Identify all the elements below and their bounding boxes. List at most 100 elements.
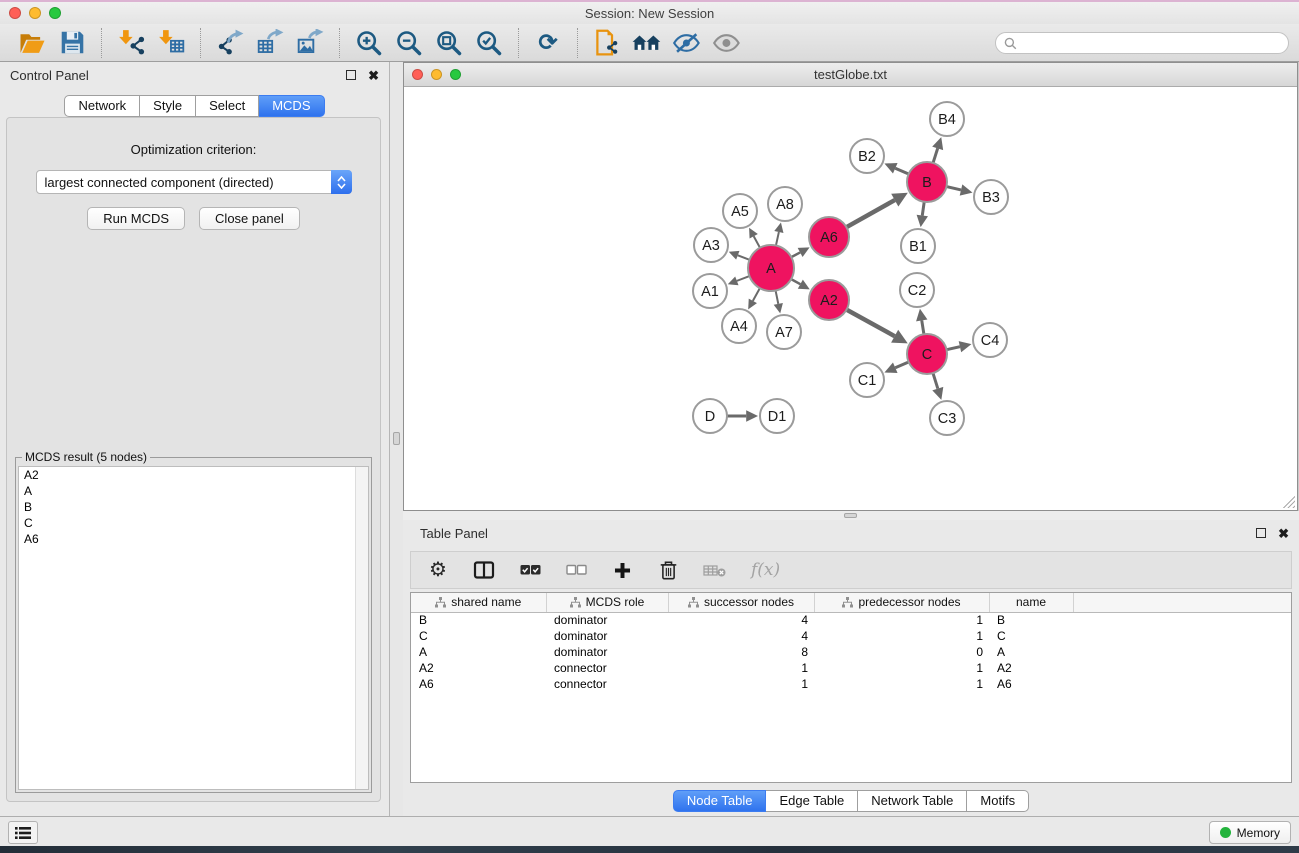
mcds-result-item[interactable]: A2 <box>19 467 368 483</box>
close-panel-icon[interactable]: ✖ <box>1278 527 1289 540</box>
table-cell[interactable]: A <box>989 644 1073 660</box>
zoom-selected-icon[interactable] <box>469 27 509 59</box>
tab-network-table[interactable]: Network Table <box>858 790 967 812</box>
graph-edge-A-A8[interactable] <box>776 232 779 245</box>
table-cell[interactable]: 1 <box>814 628 989 644</box>
show-columns-icon[interactable] <box>473 558 495 582</box>
table-cell[interactable]: connector <box>546 676 668 692</box>
table-cell[interactable]: 1 <box>668 660 814 676</box>
mcds-result-item[interactable]: C <box>19 515 368 531</box>
table-cell[interactable]: 1 <box>814 676 989 692</box>
table-cell[interactable]: 4 <box>668 628 814 644</box>
table-cell[interactable]: 8 <box>668 644 814 660</box>
export-network-icon[interactable] <box>210 27 250 59</box>
table-cell[interactable] <box>1073 660 1291 676</box>
table-cell[interactable]: 1 <box>668 676 814 692</box>
import-network-icon[interactable] <box>111 27 151 59</box>
float-panel-icon[interactable] <box>346 70 356 80</box>
graph-edge-A-A7[interactable] <box>776 291 779 304</box>
table-settings-icon[interactable]: ⚙ <box>427 558 449 582</box>
task-history-button[interactable] <box>8 821 38 844</box>
table-cell[interactable]: B <box>411 612 546 628</box>
close-panel-button[interactable]: Close panel <box>199 207 300 230</box>
vertical-splitter[interactable] <box>390 62 403 816</box>
column-header-predecessor-nodes[interactable]: predecessor nodes <box>814 593 989 612</box>
function-builder-icon[interactable]: f(x) <box>751 558 780 582</box>
table-row[interactable]: A2connector11A2 <box>411 660 1291 676</box>
graph-edge-C-C1[interactable] <box>895 362 908 368</box>
table-cell[interactable]: A6 <box>411 676 546 692</box>
window-resize-grip[interactable] <box>1283 496 1295 508</box>
network-canvas[interactable]: A5A8A6A3AB2BB4B3B1A1C2A2A4A7CC4C1C3DD1 <box>404 87 1297 510</box>
table-cell[interactable]: A6 <box>989 676 1073 692</box>
graph-edge-A-A3[interactable] <box>738 255 750 259</box>
graph-edge-B-B2[interactable] <box>895 168 908 174</box>
table-cell[interactable]: C <box>989 628 1073 644</box>
memory-button[interactable]: Memory <box>1209 821 1291 844</box>
table-cell[interactable]: 1 <box>814 612 989 628</box>
mcds-result-item[interactable]: A <box>19 483 368 499</box>
table-row[interactable]: Adominator80A <box>411 644 1291 660</box>
save-session-icon[interactable] <box>52 27 92 59</box>
graph-edge-A-A5[interactable] <box>754 236 760 248</box>
horizontal-splitter[interactable] <box>403 511 1299 520</box>
graph-edge-A2-C[interactable] <box>847 310 895 337</box>
splitter-grip[interactable] <box>844 513 857 518</box>
delete-table-icon[interactable] <box>703 558 727 582</box>
table-cell[interactable]: C <box>411 628 546 644</box>
select-all-icon[interactable] <box>519 558 541 582</box>
zoom-out-icon[interactable] <box>389 27 429 59</box>
tab-select[interactable]: Select <box>196 95 259 117</box>
table-cell[interactable] <box>1073 628 1291 644</box>
splitter-grip[interactable] <box>393 432 400 445</box>
add-column-icon[interactable] <box>611 558 633 582</box>
graph-edge-B-B1[interactable] <box>922 202 924 216</box>
tab-network[interactable]: Network <box>64 95 140 117</box>
table-cell[interactable]: A2 <box>411 660 546 676</box>
table-row[interactable]: A6connector11A6 <box>411 676 1291 692</box>
optimization-criterion-dropdown[interactable]: largest connected component (directed) <box>36 170 352 194</box>
graph-edge-C-C3[interactable] <box>933 373 938 389</box>
column-header-successor-nodes[interactable]: successor nodes <box>668 593 814 612</box>
table-cell[interactable]: dominator <box>546 644 668 660</box>
column-header-name[interactable]: name <box>989 593 1073 612</box>
deselect-all-icon[interactable] <box>565 558 587 582</box>
mcds-result-item[interactable]: B <box>19 499 368 515</box>
table-cell[interactable]: 1 <box>814 660 989 676</box>
graph-edge-A6-B[interactable] <box>846 200 894 227</box>
search-field[interactable] <box>995 32 1289 54</box>
graph-edge-B-B4[interactable] <box>933 148 938 163</box>
zoom-fit-icon[interactable] <box>429 27 469 59</box>
tab-edge-table[interactable]: Edge Table <box>766 790 858 812</box>
network-graph[interactable]: A5A8A6A3AB2BB4B3B1A1C2A2A4A7CC4C1C3DD1 <box>404 87 1297 510</box>
table-cell[interactable]: A <box>411 644 546 660</box>
graph-edge-A-A1[interactable] <box>737 276 750 281</box>
close-panel-icon[interactable]: ✖ <box>368 69 379 82</box>
open-session-icon[interactable] <box>12 27 52 59</box>
table-cell[interactable]: 0 <box>814 644 989 660</box>
show-all-icon[interactable] <box>707 27 747 59</box>
table-cell[interactable]: connector <box>546 660 668 676</box>
export-table-icon[interactable] <box>250 27 290 59</box>
search-input[interactable] <box>1022 36 1280 50</box>
table-cell[interactable]: B <box>989 612 1073 628</box>
tab-mcds[interactable]: MCDS <box>259 95 324 117</box>
graph-edge-B-B3[interactable] <box>946 187 961 190</box>
tab-style[interactable]: Style <box>140 95 196 117</box>
export-image-icon[interactable] <box>290 27 330 59</box>
table-cell[interactable] <box>1073 644 1291 660</box>
graph-edge-C-C2[interactable] <box>922 320 924 334</box>
tab-motifs[interactable]: Motifs <box>967 790 1029 812</box>
graph-edge-C-C4[interactable] <box>947 347 960 350</box>
mcds-result-list[interactable]: A2ABCA6 <box>18 466 369 790</box>
delete-column-icon[interactable] <box>657 558 679 582</box>
refresh-icon[interactable]: ⟳ <box>528 27 568 59</box>
new-network-from-selection-icon[interactable] <box>587 27 627 59</box>
table-cell[interactable] <box>1073 612 1291 628</box>
graph-edge-A-A6[interactable] <box>791 252 800 257</box>
graph-edge-A-A4[interactable] <box>753 288 760 301</box>
tab-node-table[interactable]: Node Table <box>673 790 767 812</box>
table-cell[interactable]: A2 <box>989 660 1073 676</box>
column-header-mcds-role[interactable]: MCDS role <box>546 593 668 612</box>
table-cell[interactable]: dominator <box>546 612 668 628</box>
